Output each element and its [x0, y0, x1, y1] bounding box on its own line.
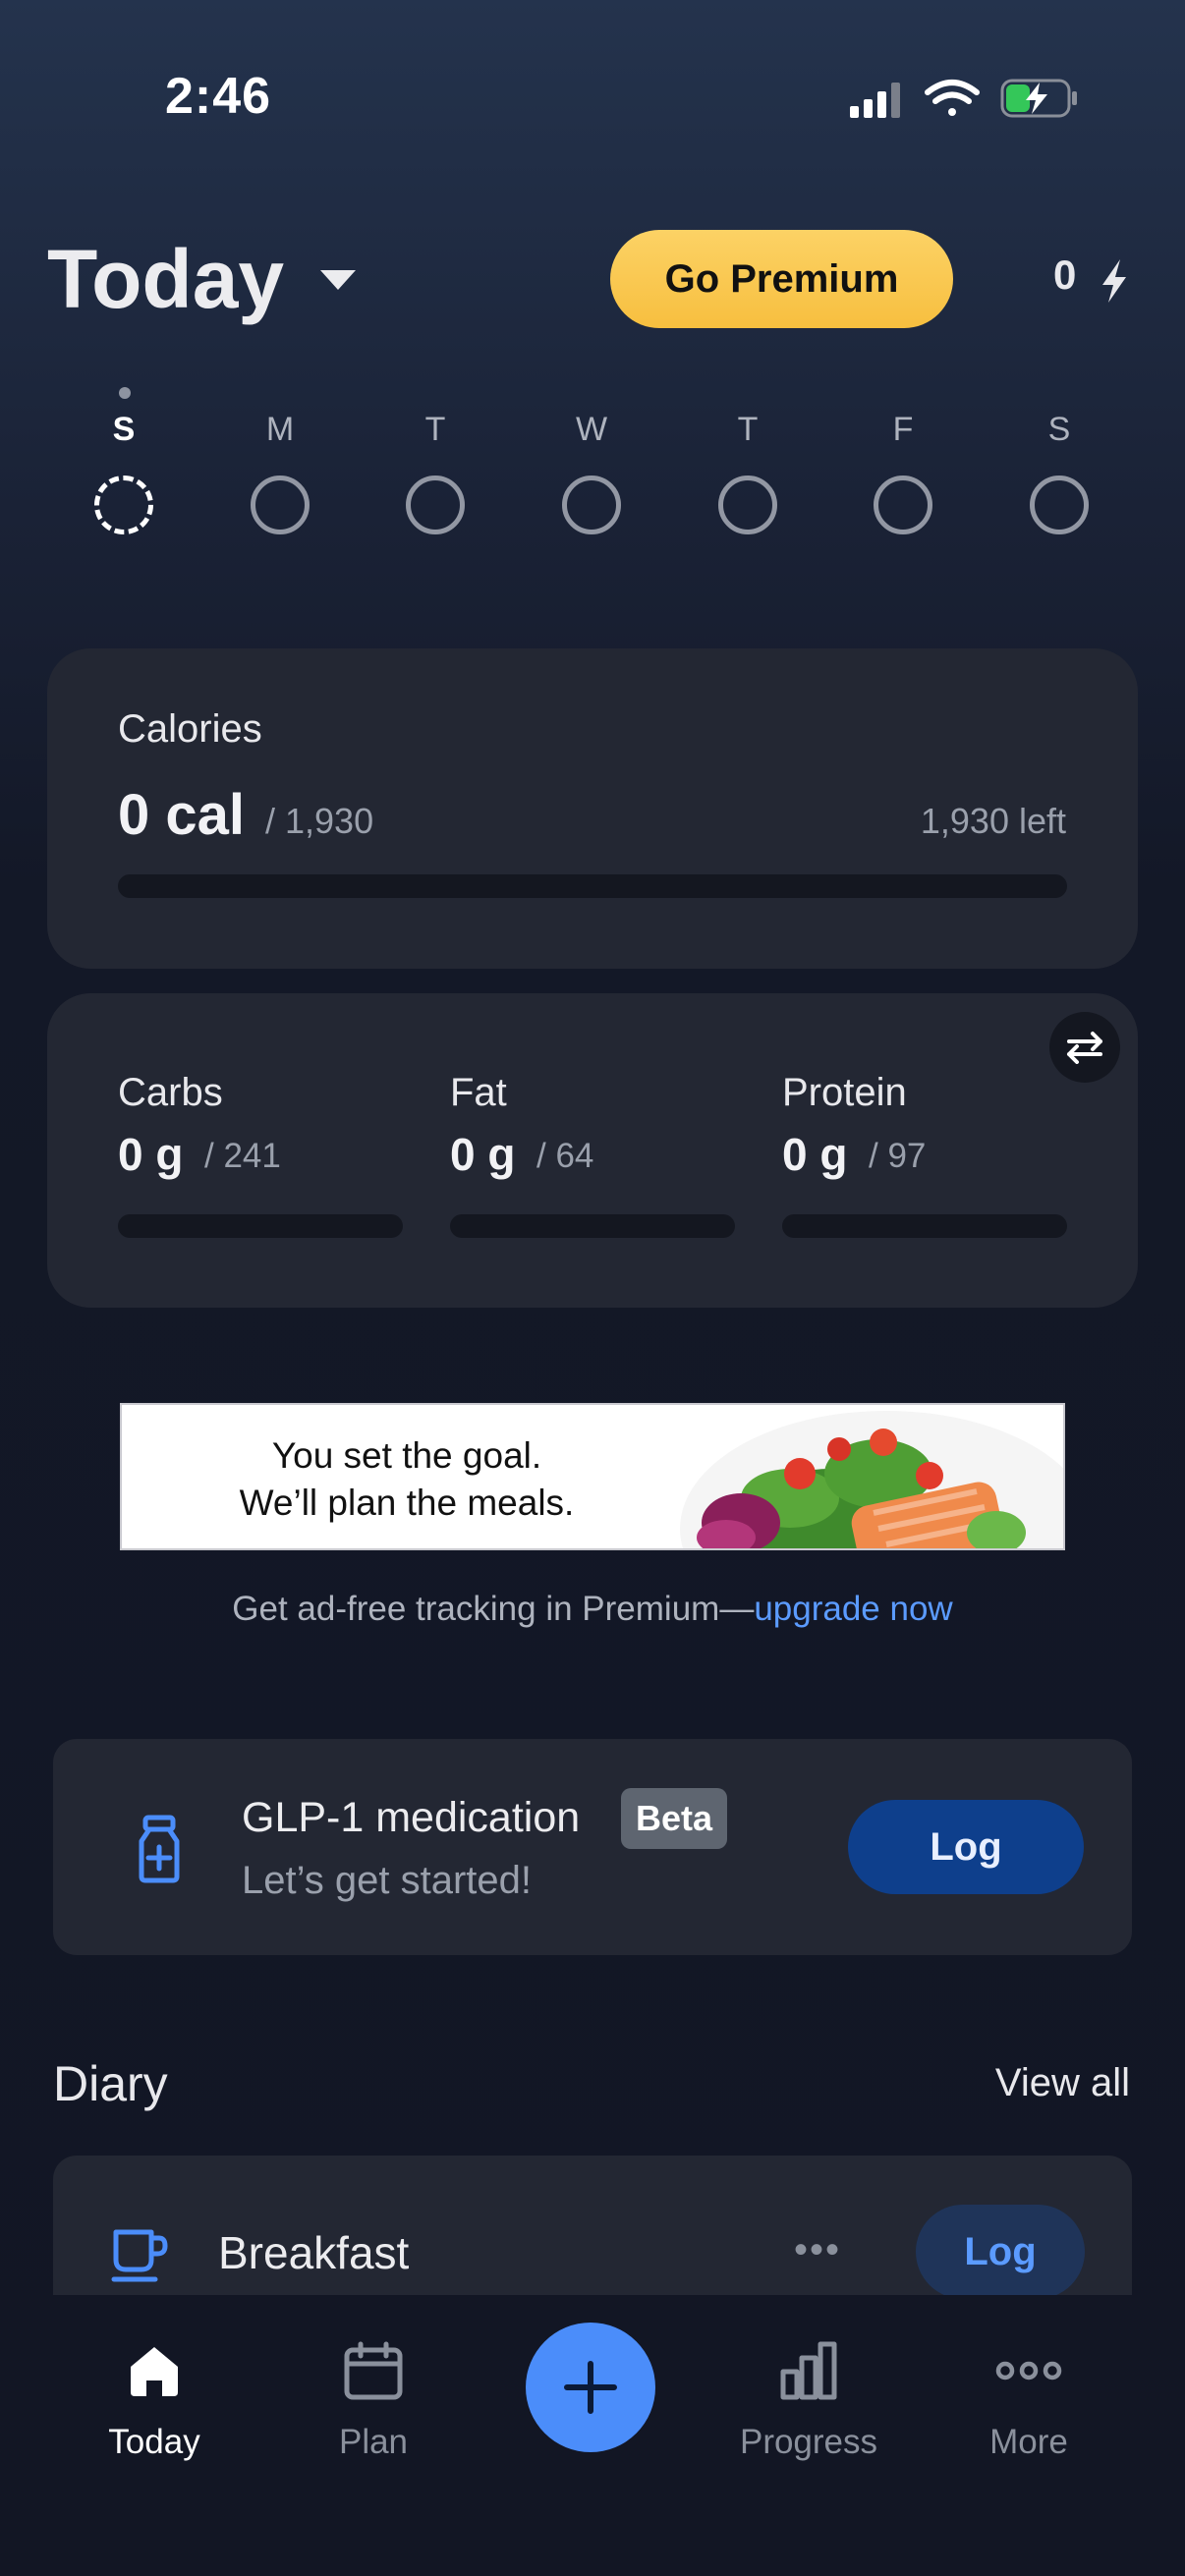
day-label-thu[interactable]: T	[708, 411, 787, 449]
tab-more[interactable]: More	[931, 2336, 1127, 2462]
battery-charging-icon	[1000, 79, 1077, 118]
fat-goal: / 64	[536, 1137, 594, 1175]
bar-chart-icon	[710, 2336, 907, 2405]
more-options-icon[interactable]: •••	[794, 2228, 841, 2272]
ad-text: You set the goal. We’ll plan the meals.	[122, 1432, 692, 1527]
medication-bottle-icon	[132, 1814, 187, 1889]
salad-salmon-image	[697, 1428, 1026, 1548]
protein-value: 0 g	[782, 1129, 848, 1180]
glp1-subtitle: Let’s get started!	[242, 1859, 532, 1902]
day-ring-wed[interactable]	[562, 476, 621, 534]
fat-progress-bar	[450, 1214, 735, 1238]
day-ring-sun[interactable]	[94, 476, 153, 534]
ad-line-1: You set the goal.	[271, 1435, 542, 1476]
ad-line-2: We’ll plan the meals.	[239, 1483, 575, 1523]
diary-title: Diary	[53, 2056, 168, 2111]
tab-plan-label: Plan	[338, 2423, 409, 2461]
calories-left: 1,930 left	[920, 801, 1066, 841]
beta-badge: Beta	[621, 1788, 727, 1849]
page-title[interactable]: Today	[47, 232, 284, 327]
protein-goal: / 97	[869, 1137, 927, 1175]
ad-banner[interactable]: You set the goal. We’ll plan the meals.	[120, 1403, 1065, 1550]
coffee-cup-icon	[110, 2224, 171, 2290]
calories-goal: / 1,930	[265, 801, 374, 841]
lightning-icon[interactable]	[1097, 257, 1132, 305]
carbs-label: Carbs	[118, 1071, 223, 1114]
swap-button[interactable]	[1049, 1012, 1120, 1083]
day-label-tue[interactable]: T	[396, 411, 475, 449]
day-label-sun[interactable]: S	[85, 411, 163, 449]
tab-today-label: Today	[108, 2423, 200, 2461]
calendar-icon	[275, 2336, 472, 2405]
calories-value: 0 cal	[118, 783, 245, 847]
swap-arrows-icon	[1067, 1032, 1102, 1064]
carbs-goal: / 241	[204, 1137, 281, 1175]
wifi-icon	[925, 80, 980, 116]
promo-text: Get ad-free tracking in Premium—	[232, 1590, 755, 1628]
fat-label: Fat	[450, 1071, 507, 1114]
view-all-link[interactable]: View all	[995, 2061, 1130, 2105]
premium-promo: Get ad-free tracking in Premium—upgrade …	[0, 1590, 1185, 1629]
today-dot	[119, 387, 131, 399]
plus-icon	[564, 2361, 617, 2414]
home-icon	[56, 2336, 253, 2405]
status-icons	[845, 73, 1081, 122]
carbs-value: 0 g	[118, 1129, 184, 1180]
add-button[interactable]	[526, 2323, 655, 2452]
chevron-down-icon[interactable]	[320, 270, 356, 290]
day-ring-tue[interactable]	[406, 476, 465, 534]
cellular-signal-icon	[850, 83, 900, 118]
day-ring-fri[interactable]	[874, 476, 932, 534]
protein-progress-bar	[782, 1214, 1067, 1238]
carbs-progress-bar	[118, 1214, 403, 1238]
breakfast-label: Breakfast	[218, 2227, 410, 2278]
glp1-title: GLP-1 medication	[242, 1794, 581, 1841]
calories-progress-bar	[118, 874, 1067, 898]
tab-today[interactable]: Today	[56, 2336, 253, 2462]
upgrade-now-link[interactable]: upgrade now	[754, 1590, 952, 1628]
fat-value: 0 g	[450, 1129, 516, 1180]
tab-progress[interactable]: Progress	[710, 2336, 907, 2462]
tab-plan[interactable]: Plan	[275, 2336, 472, 2462]
day-label-sat[interactable]: S	[1020, 411, 1099, 449]
day-ring-sat[interactable]	[1030, 476, 1089, 534]
tab-progress-label: Progress	[739, 2423, 878, 2461]
glp1-log-button[interactable]: Log	[848, 1800, 1084, 1894]
day-label-mon[interactable]: M	[241, 411, 319, 449]
breakfast-log-button[interactable]: Log	[916, 2205, 1085, 2299]
status-time: 2:46	[165, 68, 272, 125]
day-ring-mon[interactable]	[251, 476, 310, 534]
streak-count[interactable]: 0	[1053, 252, 1076, 299]
day-label-wed[interactable]: W	[552, 411, 631, 449]
day-ring-thu[interactable]	[718, 476, 777, 534]
more-dots-icon	[931, 2336, 1127, 2405]
day-label-fri[interactable]: F	[864, 411, 942, 449]
protein-label: Protein	[782, 1071, 907, 1114]
go-premium-button[interactable]: Go Premium	[610, 230, 953, 328]
calories-label: Calories	[118, 707, 262, 751]
tab-more-label: More	[989, 2423, 1068, 2461]
